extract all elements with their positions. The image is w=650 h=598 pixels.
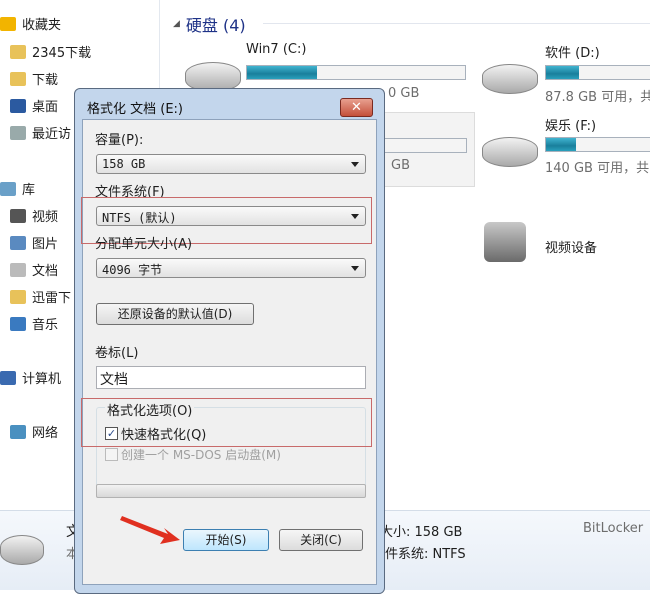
sidebar-item-label: 下载 [32, 73, 59, 88]
close-button[interactable]: ✕ [340, 98, 373, 117]
sidebar-item-label: 网络 [32, 426, 59, 441]
details-size: 大小: 158 GB [380, 525, 463, 540]
msdos-label: 创建一个 MS-DOS 启动盘(M) [121, 448, 281, 462]
details-bitlocker: BitLocker [583, 521, 644, 536]
section-title: 硬盘 (4) [185, 16, 246, 35]
capacity-select[interactable]: 158 GB [96, 154, 366, 174]
checkbox-checked-icon: ✓ [105, 427, 118, 440]
start-button[interactable]: 开始(S) [183, 529, 269, 551]
sidebar-item[interactable]: 文档 [10, 260, 58, 279]
chevron-down-icon [351, 162, 359, 167]
volume-label-input[interactable]: 文档 [96, 366, 366, 389]
drive-free-text: GB [391, 158, 410, 173]
allocation-value: 4096 字节 [102, 263, 163, 277]
drive-label: Win7 (C:) [246, 42, 307, 57]
drive-free-text: 0 GB [388, 86, 420, 101]
chevron-down-icon [351, 266, 359, 271]
documents-icon [10, 262, 26, 277]
sidebar-item[interactable]: 收藏夹 [0, 14, 61, 33]
pictures-icon [10, 235, 26, 250]
sidebar-item-label: 最近访 [32, 127, 72, 142]
details-filesystem: 文件系统: NTFS [372, 547, 466, 562]
downloads-folder-icon [10, 71, 26, 86]
sidebar-item-label: 文档 [32, 264, 59, 279]
sidebar-item[interactable]: 库 [0, 179, 35, 198]
sidebar-item[interactable]: 视频 [10, 206, 58, 225]
sidebar-item-label: 计算机 [22, 372, 62, 387]
close-dialog-button[interactable]: 关闭(C) [279, 529, 363, 551]
red-arrow-annotation [120, 516, 180, 544]
drive-usage-bar [545, 137, 650, 152]
sidebar-item[interactable]: 2345下载 [10, 42, 91, 61]
drive-usage-bar [246, 65, 466, 80]
desktop-icon [10, 98, 26, 113]
allocation-label: 分配单元大小(A) [95, 237, 193, 252]
drive-label: 娱乐 (F:) [545, 119, 597, 134]
capacity-value: 158 GB [102, 157, 146, 171]
hard-drive-icon [482, 64, 538, 94]
recent-places-icon [10, 125, 26, 140]
sidebar-item[interactable]: 计算机 [0, 368, 61, 387]
sidebar-item[interactable]: 桌面 [10, 96, 58, 115]
msdos-checkbox: 创建一个 MS-DOS 启动盘(M) [105, 446, 281, 463]
sidebar-item[interactable]: 迅雷下 [10, 287, 71, 306]
sidebar-item-label: 库 [22, 183, 36, 198]
sidebar-item-label: 2345下载 [32, 46, 92, 61]
capacity-label: 容量(P): [95, 133, 144, 148]
quick-format-checkbox[interactable]: ✓ 快速格式化(Q) [105, 424, 206, 443]
video-device[interactable]: 视频设备 [484, 220, 624, 268]
sidebar-item[interactable]: 图片 [10, 233, 58, 252]
sidebar-item-label: 桌面 [32, 100, 59, 115]
drive-label: 软件 (D:) [545, 46, 600, 61]
drive-d[interactable]: 软件 (D:) 87.8 GB 可用，共 [482, 42, 650, 107]
sidebar-item-label: 收藏夹 [22, 18, 62, 33]
folder-icon [10, 44, 26, 59]
sidebar-item[interactable]: 网络 [10, 422, 58, 441]
format-progress-bar [96, 484, 366, 498]
folder-icon [10, 289, 26, 304]
drive-f[interactable]: 娱乐 (F:) 140 GB 可用，共 [482, 115, 650, 180]
sidebar-item[interactable]: 最近访 [10, 123, 71, 142]
computer-icon [0, 370, 16, 385]
video-icon [10, 208, 26, 223]
checkbox-unchecked-icon [105, 448, 118, 461]
camcorder-icon [484, 222, 526, 262]
dialog-title: 格式化 文档 (E:) [87, 102, 184, 117]
volume-label-label: 卷标(L) [95, 346, 139, 361]
hard-drive-icon [0, 535, 44, 565]
device-label: 视频设备 [545, 241, 598, 256]
sidebar-item[interactable]: 下载 [10, 69, 58, 88]
restore-defaults-button[interactable]: 还原设备的默认值(D) [96, 303, 254, 325]
sidebar-item-label: 迅雷下 [32, 291, 72, 306]
library-icon [0, 181, 16, 196]
network-icon [10, 424, 26, 439]
star-icon [0, 16, 16, 31]
sidebar-item-label: 音乐 [32, 318, 59, 333]
drive-free-text: 140 GB 可用，共 [545, 161, 650, 176]
allocation-select[interactable]: 4096 字节 [96, 258, 366, 278]
drive-c[interactable]: Win7 (C:) [185, 42, 475, 92]
sidebar-item-label: 图片 [32, 237, 59, 252]
quick-format-label: 快速格式化(Q) [121, 428, 207, 443]
hard-drive-icon [482, 137, 538, 167]
section-hard-disks[interactable]: ◢ 硬盘 (4) [173, 12, 650, 36]
sidebar-item[interactable]: 音乐 [10, 314, 58, 333]
sidebar-item-label: 视频 [32, 210, 59, 225]
drive-usage-bar [545, 65, 650, 80]
music-icon [10, 316, 26, 331]
drive-free-text: 87.8 GB 可用，共 [545, 90, 650, 105]
